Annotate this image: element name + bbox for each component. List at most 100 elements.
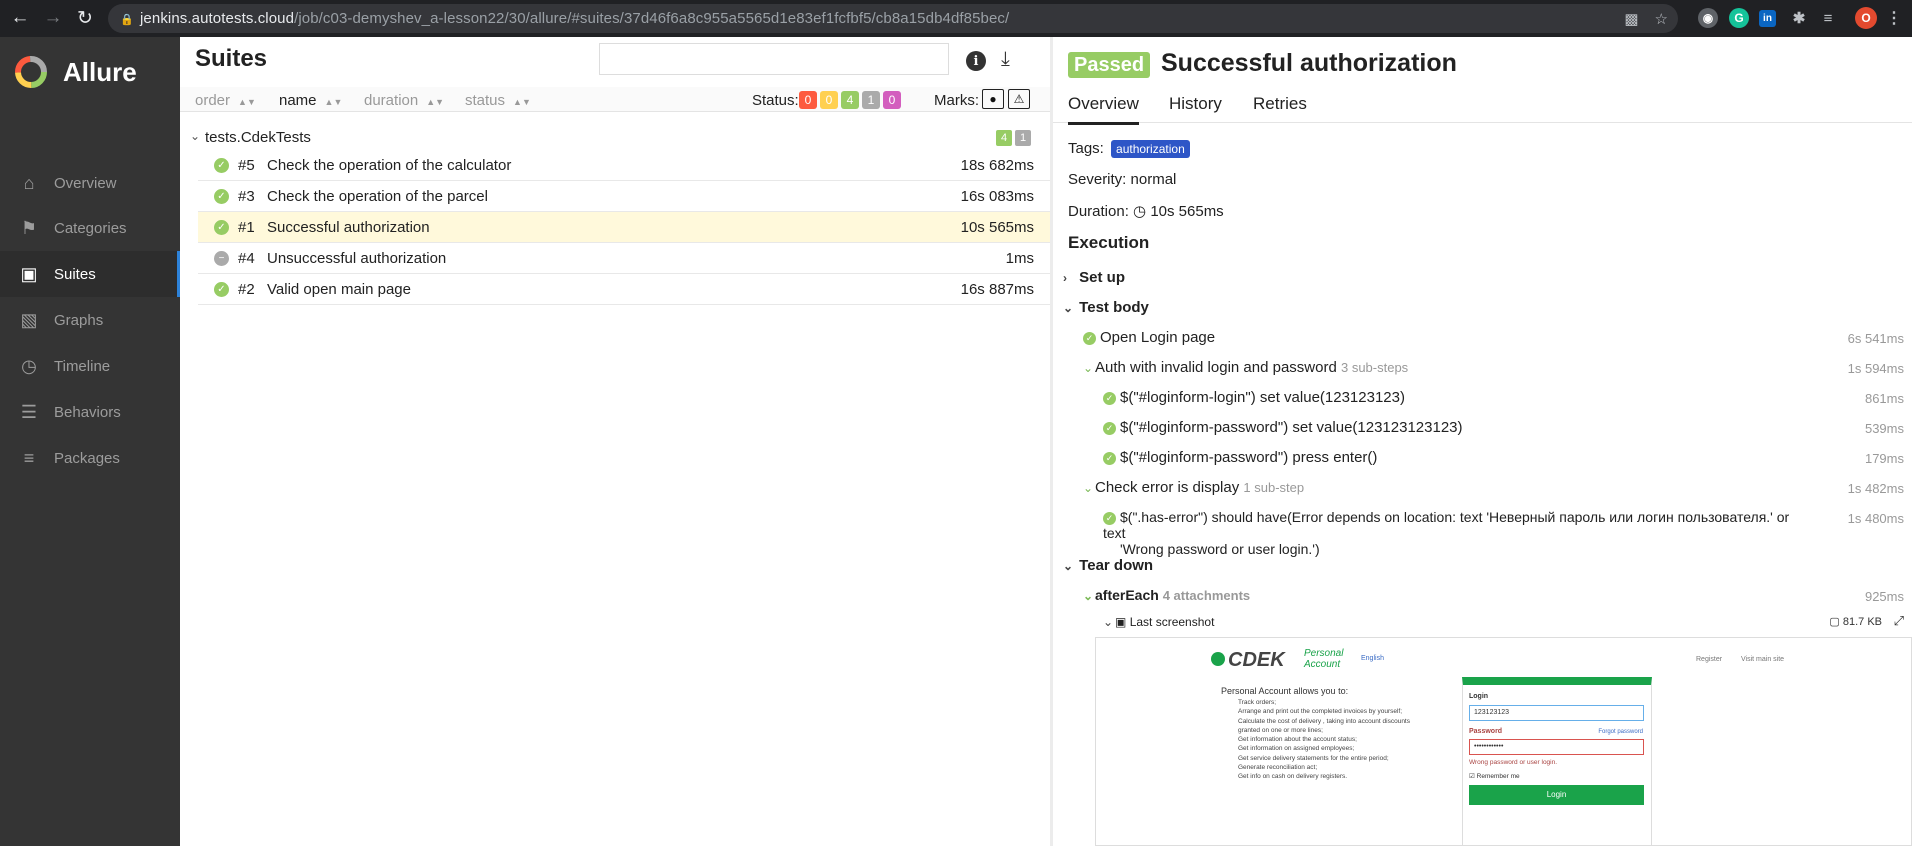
attachment-row[interactable]: ⌄ ▣ Last screenshot <box>1103 615 1214 629</box>
nav-item-overview[interactable]: ⌂ Overview <box>0 160 180 206</box>
tab-retries[interactable]: Retries <box>1253 94 1307 122</box>
bookmark-star-icon[interactable]: ☆ <box>1655 10 1668 28</box>
step-duration: 925ms <box>1864 589 1904 604</box>
clock-icon: ◷ <box>21 355 37 376</box>
test-duration: 1ms <box>1005 250 1034 267</box>
after-each-row[interactable]: ⌄ afterEach 4 attachments <box>1083 587 1250 603</box>
sort-status[interactable]: status ▲▼ <box>465 92 531 109</box>
status-skipped-toggle[interactable]: 1 <box>862 91 880 109</box>
step-duration: 6s 541ms <box>1847 331 1904 346</box>
sort-name[interactable]: name ▲▼ <box>279 92 342 109</box>
browser-toolbar: ← → ↻ 🔒 jenkins.autotests.cloud/job/c03-… <box>0 0 1912 37</box>
tab-history[interactable]: History <box>1169 94 1222 122</box>
tag-badge[interactable]: authorization <box>1111 140 1190 158</box>
forward-arrow-icon[interactable]: → <box>39 4 67 32</box>
severity-row: Severity: normal <box>1068 171 1177 188</box>
status-filter-label: Status: <box>752 92 799 109</box>
extension-icon[interactable]: ◉ <box>1698 8 1718 28</box>
chevron-down-icon: ⌄ <box>1083 589 1094 603</box>
passed-check-icon: ✓ <box>214 282 229 297</box>
status-failed-toggle[interactable]: 0 <box>799 91 817 109</box>
test-number: #1 <box>238 219 255 236</box>
back-arrow-icon[interactable]: ← <box>6 4 34 32</box>
skipped-minus-icon: − <box>214 251 229 266</box>
menu-dots-icon[interactable]: ⋮ <box>1884 8 1904 28</box>
nav-item-graphs[interactable]: ▧ Graphs <box>0 297 180 343</box>
linkedin-icon[interactable]: in <box>1759 10 1776 27</box>
nav-item-categories[interactable]: ⚑ Categories <box>0 205 180 251</box>
translate-icon[interactable]: ▩ <box>1624 10 1638 28</box>
reload-icon[interactable]: ↻ <box>71 4 99 32</box>
step-row[interactable]: ✓ $("#loginform-password") set value(1231… <box>1103 419 1463 436</box>
step-row[interactable]: ✓ $("#loginform-login") set value(1231231… <box>1103 389 1405 406</box>
language-link: English <box>1361 655 1384 662</box>
teardown-section[interactable]: ⌄ Tear down <box>1063 557 1153 574</box>
sort-duration[interactable]: duration ▲▼ <box>364 92 444 109</box>
test-row[interactable]: ✓ #3 Check the operation of the parcel 1… <box>198 181 1050 212</box>
test-name: Valid open main page <box>267 281 411 298</box>
tab-overview[interactable]: Overview <box>1068 94 1139 125</box>
nav-item-suites[interactable]: ▣ Suites <box>0 251 180 297</box>
profile-avatar[interactable]: O <box>1855 7 1877 29</box>
nav-item-timeline[interactable]: ◷ Timeline <box>0 343 180 389</box>
grammarly-icon[interactable]: G <box>1729 8 1749 28</box>
search-input[interactable] <box>599 43 949 75</box>
step-row[interactable]: ⌄ Auth with invalid login and password 3 … <box>1083 359 1408 376</box>
list-icon: ☰ <box>20 401 38 422</box>
step-row[interactable]: ✓ $(".has-error") should have(Error depen… <box>1103 509 1803 557</box>
home-icon: ⌂ <box>23 172 35 193</box>
flaky-bomb-icon[interactable]: ● <box>982 89 1004 109</box>
step-row[interactable]: ✓ $("#loginform-password") press enter() <box>1103 449 1377 466</box>
cdek-logo-icon <box>1211 652 1225 666</box>
test-title: Successful authorization <box>1161 49 1457 77</box>
step-row[interactable]: ✓ Open Login page <box>1083 329 1215 346</box>
nav-item-label: Overview <box>54 174 117 192</box>
cdek-brand-sub: Personal Account <box>1304 648 1344 670</box>
forgot-link: Forgot password <box>1598 729 1643 735</box>
status-badge: Passed <box>1068 52 1151 78</box>
suite-group-row[interactable]: ⌄ tests.CdekTests 4 1 <box>180 124 1050 150</box>
puzzle-icon[interactable]: ✱ <box>1789 8 1809 28</box>
brand[interactable]: Allure <box>13 54 137 90</box>
intro-text: Personal Account allows you to: <box>1221 686 1349 696</box>
lock-icon: 🔒 <box>120 13 134 26</box>
visit-site-link: Visit main site <box>1741 656 1785 663</box>
info-icon[interactable]: i <box>966 51 986 71</box>
test-number: #3 <box>238 188 255 205</box>
sort-arrows-icon: ▲▼ <box>426 97 445 107</box>
login-field: 123123123 <box>1469 705 1644 721</box>
passed-check-icon: ✓ <box>1103 422 1116 435</box>
media-list-icon[interactable]: ≡ <box>1818 8 1838 28</box>
step-duration: 1s 480ms <box>1847 511 1904 526</box>
download-icon[interactable]: ⤓ <box>1001 48 1010 71</box>
test-duration: 16s 887ms <box>960 281 1034 298</box>
suites-pane: Suites i ⤓ order ▲▼ name ▲▼ duration ▲▼ sta… <box>180 37 1050 846</box>
test-row[interactable]: − #4 Unsuccessful authorization 1ms <box>198 243 1050 274</box>
status-unknown-toggle[interactable]: 0 <box>883 91 901 109</box>
nav-item-behaviors[interactable]: ☰ Behaviors <box>0 389 180 435</box>
marks-label: Marks: <box>934 92 979 109</box>
login-form: Login 123123123 Password Forgot password… <box>1462 677 1652 845</box>
test-name: Successful authorization <box>267 219 430 236</box>
test-row-selected[interactable]: ✓ #1 Successful authorization 10s 565ms <box>198 212 1050 243</box>
test-row[interactable]: ✓ #5 Check the operation of the calculat… <box>198 150 1050 181</box>
step-duration: 861ms <box>1864 391 1904 406</box>
passed-check-icon: ✓ <box>1103 452 1116 465</box>
warning-icon[interactable]: ⚠ <box>1008 89 1030 109</box>
nav-item-packages[interactable]: ≡ Packages <box>0 435 180 481</box>
login-button: Login <box>1469 785 1644 805</box>
save-icon: ▢ <box>1829 616 1840 628</box>
status-passed-toggle[interactable]: 4 <box>841 91 859 109</box>
step-row[interactable]: ⌄ Check error is display 1 sub-step <box>1083 479 1304 496</box>
bar-chart-icon: ▧ <box>20 309 38 330</box>
duration-label: Duration: <box>1068 203 1129 220</box>
sort-order[interactable]: order ▲▼ <box>195 92 256 109</box>
flag-icon: ⚑ <box>20 217 38 238</box>
setup-section[interactable]: › Set up <box>1063 269 1125 286</box>
expand-icon[interactable]: ⤢ <box>1894 613 1904 629</box>
test-body-section[interactable]: ⌄ Test body <box>1063 299 1149 316</box>
address-bar[interactable]: 🔒 jenkins.autotests.cloud/job/c03-demysh… <box>108 4 1678 33</box>
status-broken-toggle[interactable]: 0 <box>820 91 838 109</box>
test-row[interactable]: ✓ #2 Valid open main page 16s 887ms <box>198 274 1050 305</box>
test-duration: 18s 682ms <box>960 157 1034 174</box>
